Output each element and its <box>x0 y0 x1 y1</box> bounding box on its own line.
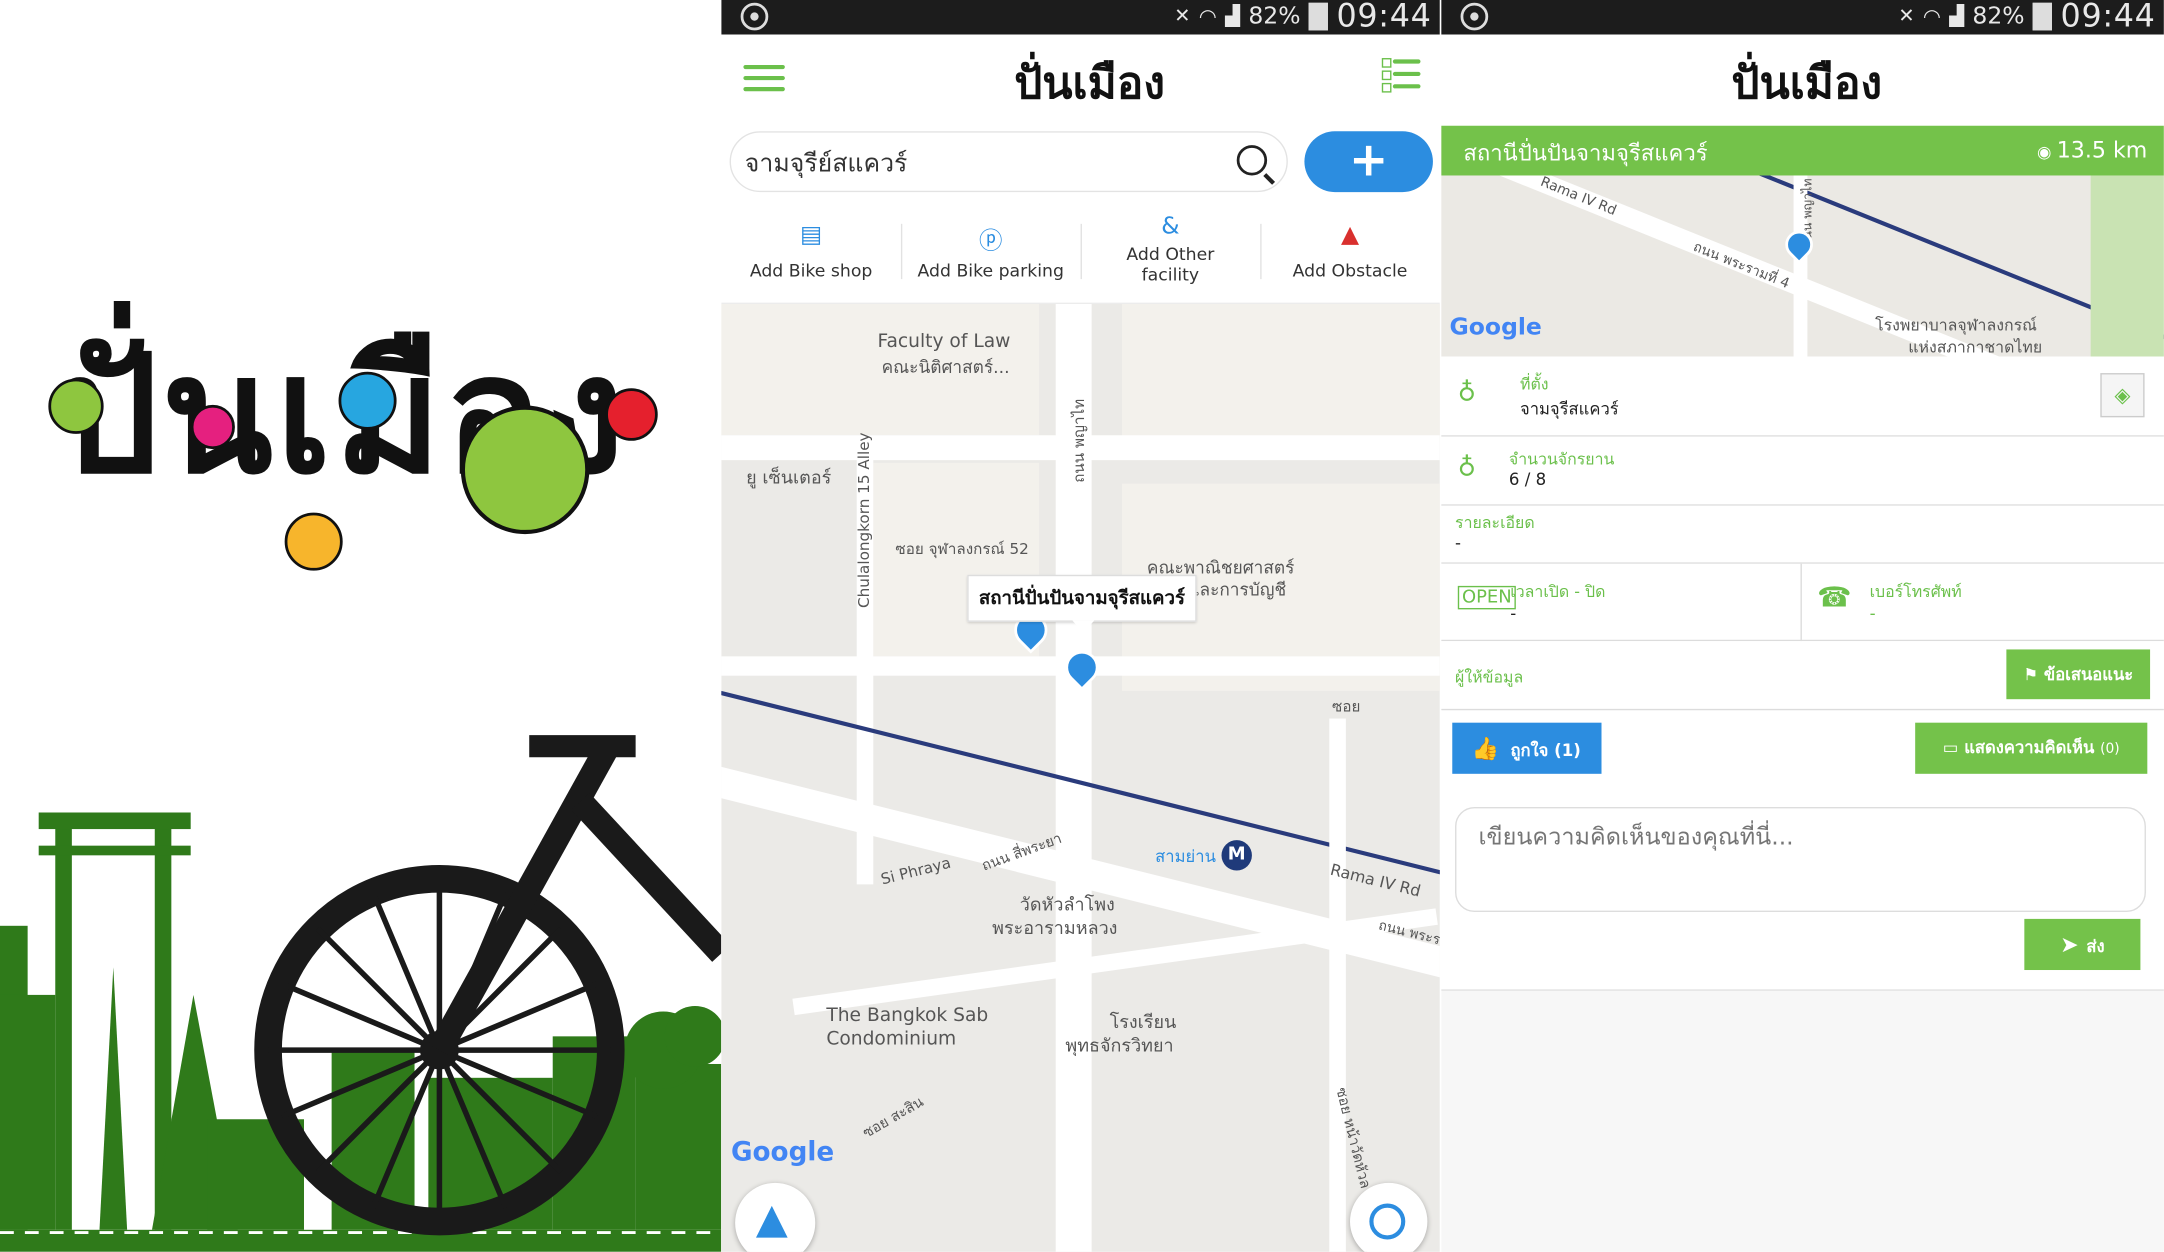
app-header: ปั่นเมือง <box>721 34 1440 129</box>
send-icon: ➤ <box>2060 931 2087 958</box>
parking-icon: ⓟ <box>979 227 1003 256</box>
comment-box <box>1455 806 2146 912</box>
warning-icon: ▲ <box>1340 221 1360 249</box>
search-bar <box>729 131 1288 193</box>
bike-count-icon: ♁ <box>1457 453 1477 483</box>
add-bike-shop-button[interactable]: ▤ Add Bike shop <box>721 202 901 303</box>
status-bar: ✕ ◠ ▟ 82% 09:44 <box>1441 0 2164 35</box>
directions-button[interactable]: ◈ <box>2100 373 2145 418</box>
signal-icon: ▟ <box>1225 5 1241 28</box>
like-button[interactable]: 👍 ถูกใจ (1) <box>1452 722 1602 774</box>
map-screen: ✕ ◠ ▟ 82% 09:44 ปั่นเมือง + ▤ Add Bike s… <box>721 0 1440 1252</box>
station-title: สถานีปั่นปันจามจุรีสแควร์ <box>1463 139 1708 166</box>
battery-percent: 82% <box>1972 2 2025 31</box>
city-bicycle-illustration <box>0 735 722 1252</box>
suggest-button[interactable]: ⚑ ข้อเสนอแนะ <box>2006 649 2151 700</box>
app-header: ปั่นเมือง <box>1441 34 2164 126</box>
action-bar: ▤ Add Bike shop ⓟ Add Bike parking & Add… <box>721 201 1440 304</box>
splash-screen: ปั่นเมือง <box>0 0 722 1252</box>
thumbs-up-icon: 👍 <box>1471 735 1500 762</box>
mute-icon: ✕ <box>1898 5 1915 28</box>
bicycle-icon: ♁ <box>1457 378 1477 408</box>
signal-icon: ▟ <box>1949 5 1965 28</box>
navigate-button[interactable]: ▲ <box>735 1182 816 1252</box>
station-callout[interactable]: สถานีปั่นปันจามจุรีสแควร์ <box>967 574 1197 633</box>
app-logo: ปั่นเมือง <box>1014 56 1165 110</box>
shop-icon: ▤ <box>800 221 823 249</box>
list-view-icon[interactable] <box>1381 58 1421 95</box>
station-detail-screen: ✕ ◠ ▟ 82% 09:44 ปั่นเมือง สถานีปั่นปันจา… <box>1441 0 2164 1252</box>
my-location-button[interactable] <box>1350 1182 1428 1252</box>
footer-area <box>1441 989 2164 1252</box>
clock: 09:44 <box>2060 0 2156 35</box>
navigation-arrow-icon: ▲ <box>755 1195 788 1244</box>
menu-icon[interactable] <box>743 64 785 92</box>
battery-percent: 82% <box>1248 2 1301 31</box>
add-obstacle-button[interactable]: ▲ Add Obstacle <box>1260 202 1440 303</box>
wifi-icon: ◠ <box>1198 4 1217 30</box>
open-sign-icon: OPEN <box>1457 585 1516 610</box>
crosshair-icon <box>1369 1203 1406 1240</box>
send-button[interactable]: ➤ ส่ง <box>2024 918 2141 971</box>
add-button[interactable]: + <box>1304 131 1433 193</box>
detail-row: รายละเอียด - <box>1441 505 2164 564</box>
search-icon[interactable] <box>1236 145 1268 176</box>
comment-icon: ▭ <box>1942 737 1965 758</box>
mute-icon: ✕ <box>1174 5 1191 28</box>
metro-icon: M <box>1221 840 1252 871</box>
hours-phone-row: OPEN เวลาเปิด - ปิด - ☎ เบอร์โทรศัพท์ - <box>1441 563 2164 642</box>
google-logo: Google <box>730 1137 835 1168</box>
add-other-facility-button[interactable]: & Add Other facility <box>1080 202 1261 303</box>
bikes-row: ♁ จำนวนจักรยาน 6 / 8 <box>1441 436 2164 506</box>
google-logo: Google <box>1449 313 1542 342</box>
pin-icon: ◉ <box>2036 142 2057 162</box>
app-logo: ปั่นเมือง <box>1731 56 1883 110</box>
battery-icon <box>2032 2 2053 31</box>
phone-icon: ☎ <box>1817 580 1852 614</box>
flag-icon: ⚑ <box>2023 664 2044 684</box>
wifi-icon: ◠ <box>1922 4 1941 30</box>
show-comments-button[interactable]: ▭ แสดงความคิดเห็น (0) <box>1915 722 2148 774</box>
ampersand-icon: & <box>1161 212 1180 241</box>
add-bike-parking-button[interactable]: ⓟ Add Bike parking <box>900 202 1081 303</box>
location-row: ♁ ที่ตั้ง จามจุรีสแควร์ ◈ <box>1441 356 2164 437</box>
station-distance: ◉ 13.5 km <box>2036 136 2148 164</box>
status-bar: ✕ ◠ ▟ 82% 09:44 <box>721 0 1440 35</box>
station-mini-map[interactable]: Rama IV Rd ถนน พระรามที่ 4 ถนน พญาไท โรง… <box>1441 175 2164 357</box>
station-header: สถานีปั่นปันจามจุรีสแควร์ ◉ 13.5 km <box>1441 125 2164 176</box>
location-status-icon <box>1460 2 1489 31</box>
location-status-icon <box>740 2 769 31</box>
provider-row: ผู้ให้ข้อมูล ⚑ ข้อเสนอแนะ <box>1441 641 2164 711</box>
clock: 09:44 <box>1336 0 1432 35</box>
map-view[interactable]: Faculty of Law คณะนิติศาสตร์... ยู เซ็นเ… <box>721 303 1440 1252</box>
comment-input[interactable] <box>1456 808 2145 911</box>
battery-icon <box>1308 2 1329 31</box>
search-input[interactable] <box>744 143 1215 180</box>
